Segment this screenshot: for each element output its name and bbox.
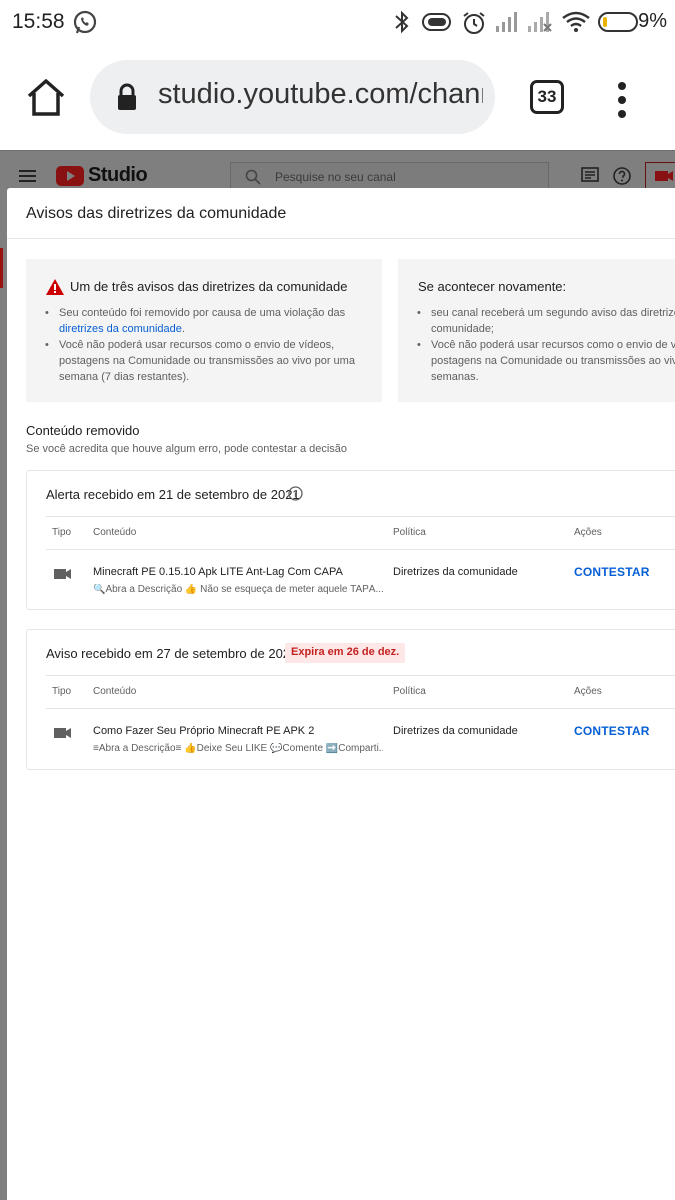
whatsapp-icon: [72, 10, 98, 41]
home-icon[interactable]: [24, 76, 68, 120]
status-bar: 15:58 9%: [0, 0, 675, 46]
next-strike-bullet-2: Você não poderá usar recursos como o env…: [417, 337, 675, 385]
removed-content-title: Conteúdo removido: [26, 423, 140, 438]
url-text: studio.youtube.com/channel: [158, 78, 483, 110]
warning-bullets: Seu conteúdo foi removido por causa de u…: [45, 305, 375, 385]
table-row: Como Fazer Seu Próprio Minecraft PE APK …: [46, 710, 675, 768]
strikes-dialog: Avisos das diretrizes da comunidade Um d…: [7, 188, 675, 1200]
next-bullet-2-line3: semanas.: [431, 371, 479, 383]
studio-logo-text: Studio: [88, 164, 148, 186]
alarm-icon: [461, 10, 487, 41]
help-icon[interactable]: [613, 167, 631, 190]
policy-name: Diretrizes da comunidade: [393, 566, 518, 578]
studio-header: Studio Pesquise no seu canal: [0, 150, 675, 192]
bluetooth-icon: [392, 10, 412, 39]
appeal-button[interactable]: CONTESTAR: [574, 565, 650, 579]
warning-box: Um de três avisos das diretrizes da comu…: [26, 259, 382, 402]
battery-saver-icon: [421, 10, 453, 39]
next-strike-bullets: seu canal receberá um segundo aviso das …: [417, 305, 675, 385]
col-content: Conteúdo: [93, 686, 137, 697]
video-description: ≡Abra a Descrição≡ 👍Deixe Seu LIKE 💬Come…: [93, 743, 383, 754]
next-bullet-2-line2: postagens na Comunidade ou transmissões …: [431, 355, 675, 367]
dialog-title: Avisos das diretrizes da comunidade: [26, 205, 287, 222]
search-icon: [245, 169, 261, 190]
col-actions: Ações: [574, 527, 602, 538]
feedback-icon[interactable]: [581, 167, 599, 190]
video-description: 🔍Abra a Descrição 👍 Não se esqueça de me…: [93, 584, 383, 595]
strike-card: Aviso recebido em 27 de setembro de 2021…: [26, 629, 675, 770]
warning-bullet-2: Você não poderá usar recursos como o env…: [45, 337, 375, 385]
youtube-logo-icon: [56, 166, 84, 186]
battery-icon: [597, 10, 641, 39]
next-bullet-1-line1: seu canal receberá um segundo aviso das …: [431, 307, 675, 319]
alert-card: Alerta recebido em 21 de setembro de 202…: [26, 470, 675, 610]
wifi-icon: [561, 10, 591, 39]
video-title: Como Fazer Seu Próprio Minecraft PE APK …: [93, 725, 315, 737]
policy-name: Diretrizes da comunidade: [393, 725, 518, 737]
alert-table-header: Tipo Conteúdo Política Ações: [46, 516, 675, 550]
signal-off-icon: [526, 10, 554, 39]
guidelines-link[interactable]: diretrizes da comunidade: [59, 323, 182, 335]
removed-content-subtitle: Se você acredita que houve algum erro, p…: [26, 443, 348, 455]
next-strike-box: Se acontecer novamente: seu canal recebe…: [398, 259, 675, 402]
alert-heading: Alerta recebido em 21 de setembro de 202…: [46, 487, 300, 502]
appeal-button[interactable]: CONTESTAR: [574, 724, 650, 738]
browser-toolbar: studio.youtube.com/channel 33: [0, 46, 675, 150]
strike-table-header: Tipo Conteúdo Política Ações: [46, 675, 675, 709]
warning-icon: [46, 279, 64, 300]
dialog-divider: [7, 238, 675, 239]
next-strike-bullet-1: seu canal receberá um segundo aviso das …: [417, 305, 675, 337]
menu-icon[interactable]: [19, 170, 36, 182]
col-actions: Ações: [574, 686, 602, 697]
battery-percent: 9%: [638, 10, 667, 32]
video-camera-icon: [54, 726, 72, 745]
sidebar-active-indicator: [0, 248, 3, 288]
warning-heading: Um de três avisos das diretrizes da comu…: [70, 279, 348, 294]
lock-icon: [116, 83, 138, 116]
col-type: Tipo: [52, 527, 72, 538]
expiry-badge: Expira em 26 de dez.: [285, 643, 406, 663]
warning-bullet-1-text: Seu conteúdo foi removido por causa de u…: [59, 307, 346, 319]
info-icon[interactable]: [288, 486, 303, 506]
next-strike-heading: Se acontecer novamente:: [418, 279, 567, 294]
next-bullet-1-line2: comunidade;: [431, 323, 494, 335]
strike-heading: Aviso recebido em 27 de setembro de 2021: [46, 646, 298, 661]
more-vert-icon[interactable]: [615, 80, 629, 120]
tab-switcher-button[interactable]: 33: [530, 80, 564, 114]
status-time: 15:58: [12, 10, 65, 33]
col-type: Tipo: [52, 686, 72, 697]
create-button[interactable]: [645, 162, 675, 190]
search-placeholder: Pesquise no seu canal: [275, 170, 396, 184]
address-bar[interactable]: studio.youtube.com/channel: [90, 60, 495, 134]
col-content: Conteúdo: [93, 527, 137, 538]
col-policy: Política: [393, 527, 426, 538]
next-bullet-2-line1: Você não poderá usar recursos como o env…: [431, 339, 675, 351]
col-policy: Política: [393, 686, 426, 697]
warning-bullet-1-end: .: [181, 323, 185, 335]
video-camera-icon: [54, 567, 72, 586]
video-title: Minecraft PE 0.15.10 Apk LITE Ant-Lag Co…: [93, 566, 343, 578]
signal-icon: [494, 10, 520, 39]
warning-bullet-1: Seu conteúdo foi removido por causa de u…: [45, 305, 375, 337]
table-row: Minecraft PE 0.15.10 Apk LITE Ant-Lag Co…: [46, 551, 675, 609]
